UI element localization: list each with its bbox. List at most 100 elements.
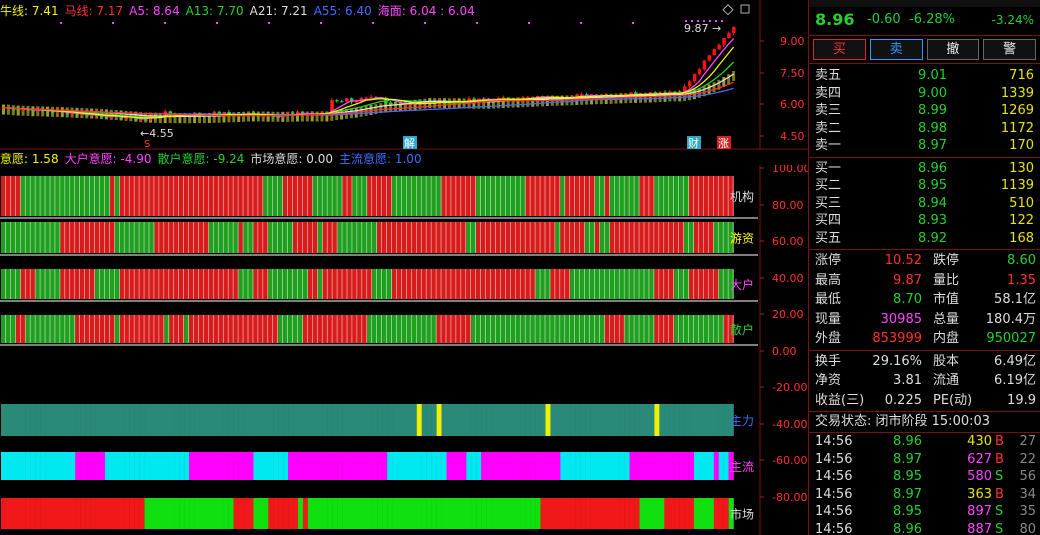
band-cell — [565, 404, 571, 436]
band-cell — [426, 498, 432, 529]
tick-time: 14:56 — [815, 451, 853, 467]
tick-row[interactable]: 14:56 8.95 580 S 56 — [809, 468, 1040, 486]
band-cell — [416, 404, 422, 436]
band-cell — [644, 498, 650, 529]
bid-row[interactable]: 买四 8.93 122 — [809, 212, 1040, 230]
band-cell — [669, 452, 675, 480]
bid-row[interactable]: 买二 8.95 1139 — [809, 177, 1040, 195]
band-cell — [233, 498, 239, 529]
band-cell — [411, 498, 417, 529]
band-cell — [5, 498, 12, 529]
tick-list[interactable]: 14:56 8.96 430 B 27 14:56 8.97 627 B 22 14:56 8.95 5… — [809, 432, 1040, 535]
band-cell — [397, 498, 403, 529]
band-cell — [614, 404, 620, 436]
high-price-label: 9.87 → — [684, 22, 721, 35]
band-cell — [634, 498, 640, 529]
band-cell — [194, 404, 200, 436]
ask-row[interactable]: 卖四 9.00 1339 — [809, 85, 1040, 103]
band-cell — [698, 498, 705, 529]
band-cell — [634, 452, 640, 480]
ask-row[interactable]: 卖三 8.99 1269 — [809, 102, 1040, 120]
band-cell — [684, 404, 690, 436]
chart-area[interactable]: 牛线: 7.41 马线: 7.17 A5: 8.64 A13: 7.70 A21: 7.… — [0, 0, 808, 535]
band-cell — [302, 452, 309, 480]
band-cell — [614, 452, 620, 480]
band-cell — [342, 452, 348, 480]
band-cell — [35, 452, 41, 480]
ask-row[interactable]: 卖一 8.97 170 — [809, 137, 1040, 155]
band-cell — [20, 452, 26, 480]
band-cell — [372, 452, 378, 480]
band-cell — [708, 498, 714, 529]
band-cell — [307, 452, 314, 480]
band-cell — [109, 452, 116, 480]
band-cell — [228, 404, 234, 436]
bid-price: 8.94 — [918, 195, 947, 211]
tick-row[interactable]: 14:56 8.96 430 B 27 — [809, 433, 1040, 451]
stats-table-2: 换手 29.16% 股本 6.49亿 净资 3.81 流通 6.19亿 收益(三) 0.225 PE… — [809, 351, 1040, 412]
ask-row[interactable]: 卖五 9.01 716 — [809, 67, 1040, 85]
band-cell — [679, 404, 685, 436]
bid-row[interactable]: 买三 8.94 510 — [809, 195, 1040, 213]
tick-volume: 430 — [967, 434, 992, 449]
ask-row[interactable]: 卖二 8.98 1172 — [809, 120, 1040, 138]
band-cell — [456, 452, 462, 480]
tick-row[interactable]: 14:56 8.97 363 B 34 — [809, 486, 1040, 504]
band-cell — [288, 498, 294, 529]
band-cell — [510, 452, 516, 480]
band-cell — [194, 452, 200, 480]
band-cell — [525, 498, 531, 529]
band-cell — [298, 404, 304, 436]
alert-button[interactable]: 警 — [983, 39, 1036, 60]
band-cell — [491, 498, 497, 529]
cancel-order-button[interactable]: 撤 — [926, 39, 980, 60]
band-cell — [530, 404, 536, 436]
bid-row[interactable]: 买五 8.92 168 — [809, 230, 1040, 248]
tick-row[interactable]: 14:56 8.97 627 B 22 — [809, 451, 1040, 469]
band-cell — [580, 404, 586, 436]
band-cell — [60, 498, 66, 529]
bid-row[interactable]: 买一 8.96 130 — [809, 160, 1040, 178]
band-cell — [565, 498, 571, 529]
tick-row[interactable]: 14:56 8.96 887 S 80 — [809, 521, 1040, 535]
band-cell — [382, 452, 388, 480]
price-axis-label: 9.00 — [780, 35, 805, 48]
band-cell — [100, 498, 106, 529]
sentiment-indicator-chart[interactable]: 100.00 80.00 60.00 40.00 20.00 0.00 -20.00 -40.… — [0, 165, 808, 535]
signal-dot — [528, 22, 530, 24]
band-cell — [129, 452, 135, 480]
zoom-icon — [722, 4, 734, 16]
indicator-legend-item-3: 市场意愿: 0.00 — [250, 152, 333, 166]
band-cell — [10, 404, 17, 436]
band-cell — [154, 452, 160, 480]
band-cell — [629, 452, 635, 480]
band-cell — [159, 452, 165, 480]
sell-button[interactable]: 卖 — [869, 39, 923, 60]
band-cell — [149, 404, 155, 436]
band-cell — [708, 404, 714, 436]
band-cell — [263, 452, 269, 480]
band-cell — [55, 498, 61, 529]
band-cell — [664, 498, 670, 529]
tick-row[interactable]: 14:56 8.95 897 S 35 — [809, 503, 1040, 521]
stat-label: 市值 — [933, 292, 960, 307]
band-cell — [406, 498, 413, 529]
candle — [261, 116, 266, 118]
quote-panel: 8.96 -0.60 -6.28% -3.24% 买 卖 撤 警 卖五 9.01 7… — [808, 0, 1040, 535]
price-axis-label: 6.00 — [780, 98, 805, 111]
band-cell — [258, 452, 264, 480]
band-cell — [441, 498, 447, 529]
band-cell — [372, 498, 378, 529]
band-cell — [723, 452, 729, 480]
candlestick-chart[interactable]: 9.007.506.004.509.87 →←4.55S 解财涨 — [0, 0, 808, 150]
buy-button[interactable]: 买 — [813, 39, 866, 60]
band-cell — [268, 404, 274, 436]
band-cell — [312, 498, 318, 529]
band-cell — [199, 452, 205, 480]
band-cell — [486, 498, 492, 529]
band-cell — [90, 498, 96, 529]
band-cell — [575, 404, 581, 436]
tick-count: 27 — [1019, 434, 1036, 449]
tick-side: B — [995, 434, 1004, 449]
band-label: 市场 — [730, 507, 754, 522]
